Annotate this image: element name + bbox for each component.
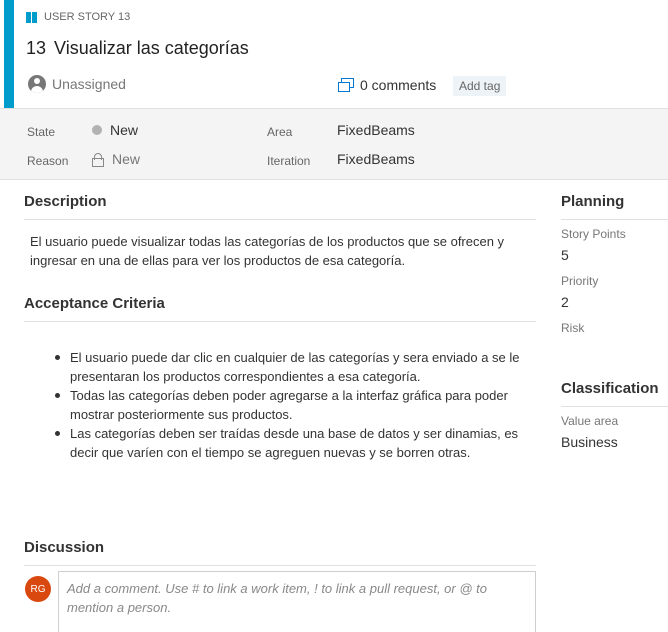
reason-label: Reason	[27, 154, 69, 168]
acceptance-criteria-divider	[24, 321, 536, 322]
description-editor[interactable]: El usuario puede visualizar todas las ca…	[30, 232, 510, 270]
lock-icon	[92, 153, 104, 167]
assignee-label: Unassigned	[52, 76, 126, 92]
state-dot-icon	[92, 125, 102, 135]
risk-field[interactable]	[561, 341, 661, 359]
work-item-fields: State New Reason New Area FixedBeams Ite…	[0, 108, 668, 180]
reason-value: New	[112, 151, 141, 167]
value-area-label: Value area	[561, 414, 619, 428]
area-label: Area	[267, 125, 293, 139]
state-label: State	[27, 125, 56, 139]
comments-icon	[338, 78, 354, 92]
acceptance-criteria-item: Todas las categorías deben poder agregar…	[55, 386, 540, 424]
work-item-title[interactable]: 13 Visualizar las categorías	[26, 38, 249, 59]
planning-heading: Planning	[561, 193, 625, 210]
discussion-divider	[24, 565, 536, 566]
reason-field: New	[92, 151, 140, 167]
work-item-type: USER STORY 13	[26, 11, 130, 23]
acceptance-criteria-item: El usuario puede dar clic en cualquier d…	[55, 348, 540, 386]
risk-label: Risk	[561, 321, 585, 335]
work-item-id: 13	[26, 38, 47, 58]
person-icon	[28, 75, 46, 93]
comments-link[interactable]: 0 comments	[338, 77, 436, 93]
add-tag-button[interactable]: Add tag	[453, 76, 507, 96]
priority-label: Priority	[561, 274, 599, 288]
priority-field[interactable]: 2	[561, 294, 569, 310]
planning-divider	[561, 219, 668, 220]
book-icon	[26, 11, 38, 23]
comments-count: 0 comments	[360, 77, 437, 93]
state-value: New	[110, 122, 139, 138]
classification-heading: Classification	[561, 380, 659, 397]
description-heading: Description	[24, 193, 107, 210]
acceptance-criteria-heading: Acceptance Criteria	[24, 295, 165, 312]
story-points-field[interactable]: 5	[561, 247, 569, 263]
work-item-type-label: USER STORY 13	[44, 11, 131, 23]
user-avatar: RG	[25, 576, 51, 602]
work-item-header: USER STORY 13 13 Visualizar las categoría…	[0, 0, 668, 108]
comment-input[interactable]: Add a comment. Use # to link a work item…	[58, 571, 536, 632]
discussion-heading: Discussion	[24, 539, 105, 556]
value-area-dropdown[interactable]: Business	[561, 434, 618, 450]
acceptance-criteria-item: Las categorías deben ser traídas desde u…	[55, 424, 540, 462]
work-item-title-text[interactable]: Visualizar las categorías	[54, 38, 249, 58]
assignee-picker[interactable]: Unassigned	[28, 75, 126, 93]
state-dropdown[interactable]: New	[92, 122, 138, 138]
area-dropdown[interactable]: FixedBeams	[337, 122, 415, 138]
iteration-label: Iteration	[267, 154, 311, 168]
iteration-dropdown[interactable]: FixedBeams	[337, 151, 415, 167]
acceptance-criteria-editor[interactable]: El usuario puede dar clic en cualquier d…	[55, 348, 540, 462]
classification-divider	[561, 406, 668, 407]
work-item-type-color-bar	[4, 0, 14, 108]
description-divider	[24, 219, 536, 220]
story-points-label: Story Points	[561, 227, 626, 241]
